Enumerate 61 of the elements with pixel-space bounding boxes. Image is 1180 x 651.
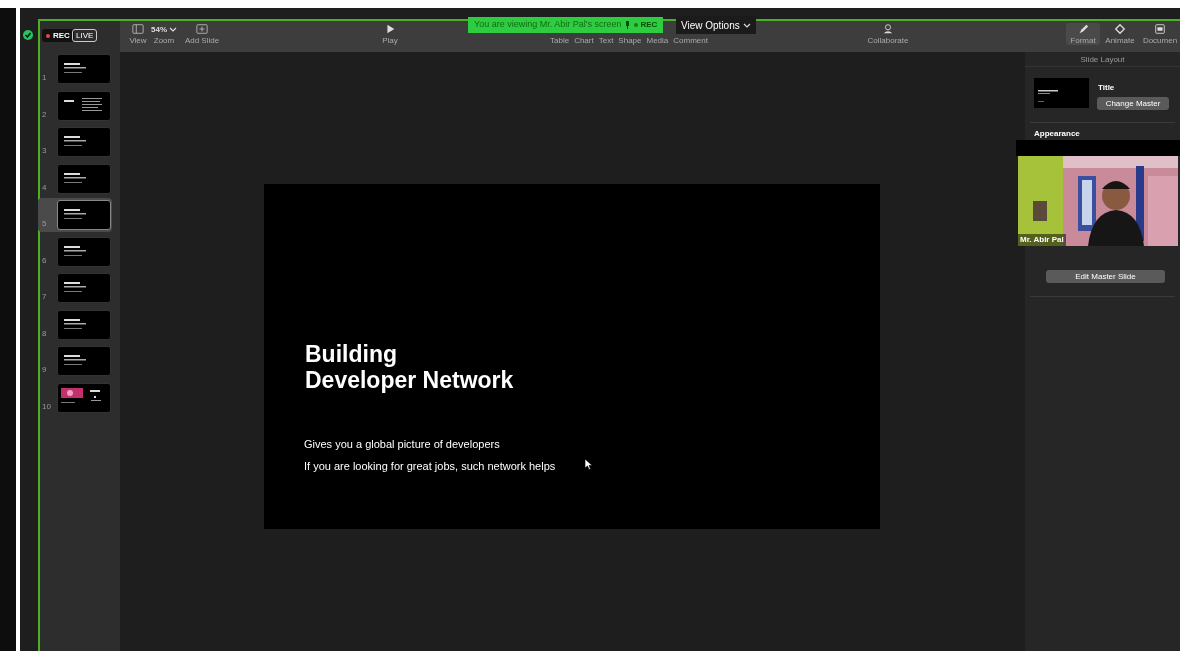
check-icon: [23, 30, 33, 40]
person-icon: [882, 23, 894, 35]
recording-badge: REC: [42, 29, 74, 42]
slide-thumbnail[interactable]: [57, 163, 111, 194]
toolbar-button[interactable]: Comment: [673, 36, 708, 45]
panel-heading: Slide Layout: [1079, 54, 1126, 66]
change-master-button[interactable]: Change Master: [1097, 97, 1169, 110]
view-options-button[interactable]: View Options: [676, 16, 756, 34]
slide-thumbnail[interactable]: [57, 127, 111, 157]
participant-name: Mr. Abir Pal: [1018, 234, 1066, 246]
slide-title: Building Developer Network: [305, 341, 514, 393]
slide-thumbnail[interactable]: [57, 54, 111, 84]
chevron-icon: [742, 21, 751, 29]
toolbar-button[interactable]: Add Slide: [182, 23, 222, 45]
pin-icon: [625, 21, 631, 29]
toolbar-button[interactable]: Shape: [618, 36, 642, 45]
slide-number: 8: [42, 327, 47, 340]
slide-thumbnail[interactable]: [57, 382, 111, 413]
play-icon: [384, 23, 396, 35]
recording-label: REC: [634, 19, 658, 31]
toolbar-button[interactable]: Chart: [574, 36, 594, 45]
edit-master-button[interactable]: Edit Master Slide: [1046, 270, 1165, 283]
slide-body-text: If you are looking for great jobs, such network helps: [304, 459, 556, 474]
slide-thumbnail[interactable]: [57, 200, 111, 230]
toolbar-button[interactable]: Play: [372, 23, 408, 45]
toolbar-button[interactable]: Format: [1066, 23, 1100, 45]
chevron-icon: [169, 25, 177, 33]
slide-number: 5: [42, 218, 47, 230]
slide-thumbnail[interactable]: [57, 273, 111, 303]
diamond-icon: [1114, 23, 1126, 35]
add-slide-icon: [196, 23, 208, 35]
live-badge: LIVE: [72, 29, 98, 42]
slide-number: 9: [42, 364, 47, 376]
toolbar-button[interactable]: 54% Zoom: [150, 23, 178, 45]
slide-number: 3: [42, 145, 47, 157]
toolbar-button[interactable]: View: [124, 23, 152, 45]
cursor-icon: [585, 459, 593, 470]
toolbar-button[interactable]: Table: [550, 36, 570, 45]
slide-thumbnail[interactable]: [57, 90, 111, 121]
slide-number: 7: [42, 291, 47, 303]
master-name: Title: [1098, 82, 1115, 94]
slide-thumbnail[interactable]: [57, 309, 111, 340]
master-thumbnail: [1034, 78, 1089, 108]
toolbar-button[interactable]: Media: [646, 36, 669, 45]
slide-thumbnail[interactable]: [57, 346, 111, 376]
sidebar-icon: [132, 23, 144, 35]
slide-number: 10: [42, 400, 51, 413]
toolbar-button[interactable]: Text: [598, 36, 614, 45]
slide-number: 4: [42, 181, 47, 194]
document-icon: [1154, 23, 1166, 35]
section-heading: Appearance: [1034, 128, 1080, 140]
slide-number: 2: [42, 108, 47, 121]
slide-body-text: Gives you a global picture of developers: [304, 437, 500, 452]
slide-number: 6: [42, 254, 47, 267]
toolbar-button[interactable]: Collaborate: [864, 23, 912, 45]
toolbar-button[interactable]: Animate: [1102, 23, 1138, 45]
slide-thumbnail[interactable]: [57, 236, 111, 267]
slide-number: 1: [42, 72, 47, 84]
brush-icon: [1077, 23, 1089, 35]
banner-text: You are viewing Mr. Abir Pal's screen: [474, 18, 622, 32]
toolbar-button[interactable]: Documen: [1140, 23, 1180, 45]
